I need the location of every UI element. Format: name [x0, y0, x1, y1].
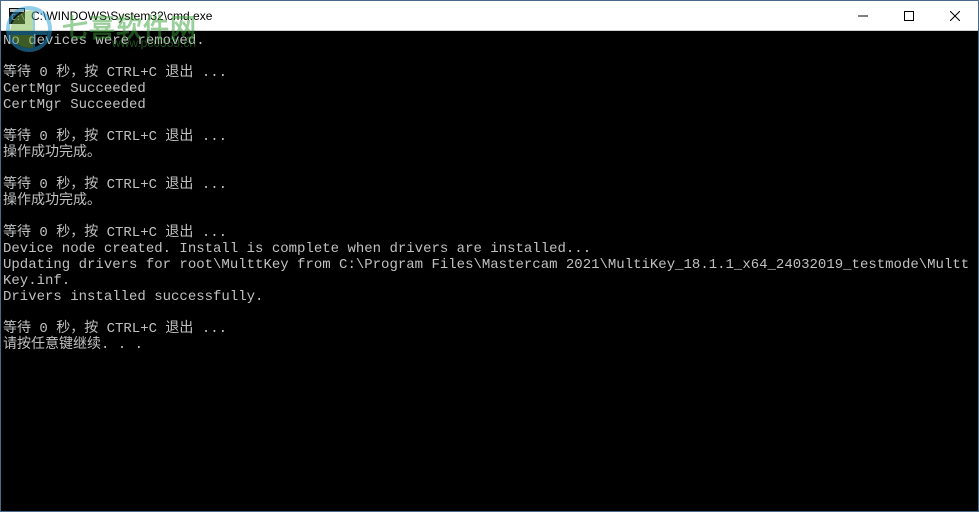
terminal-line: 等待 0 秒，按 CTRL+C 退出 ... [3, 225, 976, 241]
terminal-line: CertMgr Succeeded [3, 81, 976, 97]
terminal-line: 等待 0 秒，按 CTRL+C 退出 ... [3, 177, 976, 193]
terminal-line [3, 305, 976, 321]
svg-text:C:\: C:\ [11, 13, 25, 22]
close-button[interactable] [932, 1, 978, 30]
terminal-line: 操作成功完成。 [3, 145, 976, 161]
titlebar[interactable]: C:\ C:\WINDOWS\System32\cmd.exe [1, 1, 978, 31]
terminal-line: CertMgr Succeeded [3, 97, 976, 113]
terminal-line: 等待 0 秒，按 CTRL+C 退出 ... [3, 65, 976, 81]
maximize-button[interactable] [886, 1, 932, 30]
cmd-icon: C:\ [9, 8, 25, 24]
terminal-line: 操作成功完成。 [3, 193, 976, 209]
cmd-window: C:\ C:\WINDOWS\System32\cmd.exe No devic… [0, 0, 979, 512]
terminal-line: Device node created. Install is complete… [3, 241, 976, 257]
terminal-line: No devices were removed. [3, 33, 976, 49]
window-controls [840, 1, 978, 30]
minimize-button[interactable] [840, 1, 886, 30]
terminal-output[interactable]: No devices were removed. 等待 0 秒，按 CTRL+C … [1, 31, 978, 511]
terminal-line: 等待 0 秒，按 CTRL+C 退出 ... [3, 321, 976, 337]
terminal-line [3, 49, 976, 65]
terminal-line [3, 161, 976, 177]
terminal-line [3, 209, 976, 225]
terminal-line: Updating drivers for root\MulttKey from … [3, 257, 976, 289]
terminal-line: 等待 0 秒，按 CTRL+C 退出 ... [3, 129, 976, 145]
terminal-line: 请按任意键继续. . . [3, 337, 976, 353]
window-title: C:\WINDOWS\System32\cmd.exe [31, 9, 840, 23]
terminal-line: Drivers installed successfully. [3, 289, 976, 305]
terminal-line [3, 113, 976, 129]
